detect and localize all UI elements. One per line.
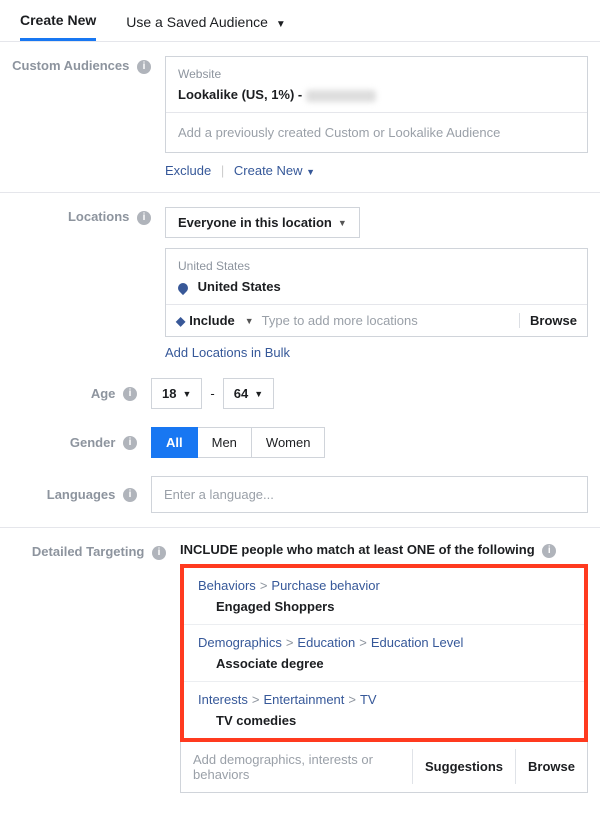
targeting-item[interactable]: Demographics>Education>Education Level A…	[184, 625, 584, 682]
targeting-item[interactable]: Behaviors>Purchase behavior Engaged Shop…	[184, 568, 584, 625]
languages-label: Languages	[47, 487, 116, 502]
gender-option-men[interactable]: Men	[198, 427, 252, 458]
age-min-dropdown[interactable]: 18 ▼	[151, 378, 202, 409]
custom-audience-category: Website	[178, 67, 575, 81]
locations-label: Locations	[68, 209, 129, 224]
detailed-targeting-highlight: Behaviors>Purchase behavior Engaged Shop…	[180, 564, 588, 742]
targeting-value: Engaged Shoppers	[216, 599, 570, 614]
age-max-dropdown[interactable]: 64 ▼	[223, 378, 274, 409]
detailed-targeting-headline: INCLUDE people who match at least ONE of…	[180, 542, 535, 557]
info-icon[interactable]: i	[542, 544, 556, 558]
detailed-targeting-input[interactable]: Add demographics, interests or behaviors	[181, 742, 412, 792]
create-new-link[interactable]: Create New ▼	[234, 163, 315, 178]
targeting-item[interactable]: Interests>Entertainment>TV TV comedies	[184, 682, 584, 738]
age-label: Age	[91, 386, 116, 401]
gender-option-women[interactable]: Women	[252, 427, 326, 458]
info-icon[interactable]: i	[152, 546, 166, 560]
caret-down-icon: ▼	[276, 19, 286, 30]
suggestions-button[interactable]: Suggestions	[412, 749, 515, 784]
custom-audience-selected[interactable]: Lookalike (US, 1%) -	[178, 87, 575, 102]
locations-scope-dropdown[interactable]: Everyone in this location ▼	[165, 207, 360, 238]
targeting-breadcrumb: Interests>Entertainment>TV	[198, 692, 570, 707]
age-range-dash: -	[210, 386, 214, 401]
detailed-targeting-label: Detailed Targeting	[32, 544, 144, 559]
add-locations-bulk-link[interactable]: Add Locations in Bulk	[165, 345, 290, 360]
gender-label: Gender	[70, 435, 116, 450]
targeting-breadcrumb: Demographics>Education>Education Level	[198, 635, 570, 650]
caret-down-icon: ▼	[245, 316, 254, 326]
languages-input[interactable]: Enter a language...	[151, 476, 588, 513]
info-icon[interactable]: i	[137, 211, 151, 225]
gender-toggle-group: All Men Women	[151, 427, 325, 458]
detailed-targeting-browse-button[interactable]: Browse	[515, 749, 587, 784]
locations-box: United States United States ◆ Include ▼ …	[165, 248, 588, 337]
exclude-link[interactable]: Exclude	[165, 163, 211, 178]
caret-down-icon: ▼	[306, 167, 315, 177]
info-icon[interactable]: i	[123, 436, 137, 450]
targeting-value: Associate degree	[216, 656, 570, 671]
targeting-value: TV comedies	[216, 713, 570, 728]
include-dropdown[interactable]: ◆ Include ▼	[176, 313, 254, 328]
custom-audiences-box: Website Lookalike (US, 1%) - Add a previ…	[165, 56, 588, 153]
custom-audiences-label: Custom Audiences i	[0, 56, 165, 178]
redacted-text	[306, 90, 376, 102]
caret-down-icon: ▼	[182, 389, 191, 399]
map-pin-icon	[176, 280, 190, 294]
info-icon[interactable]: i	[123, 488, 137, 502]
gender-option-all[interactable]: All	[151, 427, 198, 458]
locations-browse-button[interactable]: Browse	[519, 313, 577, 328]
info-icon[interactable]: i	[123, 387, 137, 401]
tab-create-new[interactable]: Create New	[20, 0, 96, 41]
divider: |	[221, 163, 224, 178]
location-selected[interactable]: United States	[178, 279, 575, 294]
caret-down-icon: ▼	[254, 389, 263, 399]
tab-saved-audience-label: Use a Saved Audience	[126, 14, 268, 30]
locations-input[interactable]: Type to add more locations	[262, 313, 511, 328]
caret-down-icon: ▼	[338, 218, 347, 228]
custom-audience-input[interactable]: Add a previously created Custom or Looka…	[166, 112, 587, 152]
locations-region: United States	[178, 259, 575, 273]
info-icon[interactable]: i	[137, 60, 151, 74]
tab-saved-audience[interactable]: Use a Saved Audience ▼	[126, 2, 285, 40]
targeting-breadcrumb: Behaviors>Purchase behavior	[198, 578, 570, 593]
map-pin-icon: ◆	[176, 314, 185, 328]
